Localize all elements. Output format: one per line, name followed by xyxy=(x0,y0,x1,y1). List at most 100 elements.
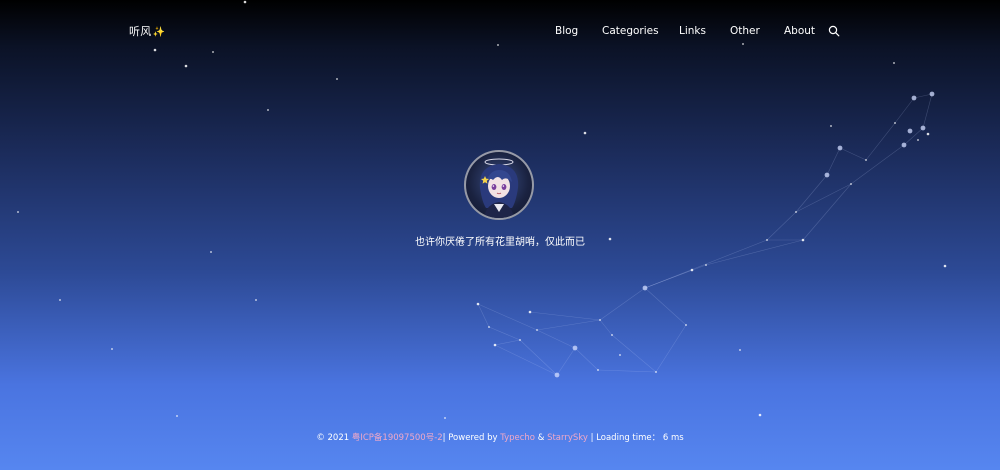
constellation-line xyxy=(644,287,687,326)
star xyxy=(210,251,212,253)
footer: © 2021 粤ICP备19097500号-2| Powered by Type… xyxy=(0,431,1000,443)
constellation-line xyxy=(599,287,646,321)
star xyxy=(893,62,895,64)
star xyxy=(17,211,19,213)
constellation-line xyxy=(597,369,657,373)
star xyxy=(444,417,446,419)
anime-avatar-icon xyxy=(479,158,519,218)
constellation-line xyxy=(922,93,933,129)
footer-powered-by: | Powered by xyxy=(442,433,498,443)
constellation-line xyxy=(477,303,490,328)
star xyxy=(850,183,852,185)
constellation-line xyxy=(802,183,852,241)
star xyxy=(926,132,930,136)
constellation-line xyxy=(644,269,693,289)
star xyxy=(917,139,919,141)
star xyxy=(901,142,907,148)
star xyxy=(476,302,480,306)
star xyxy=(111,348,113,350)
star xyxy=(830,125,832,127)
constellation-line xyxy=(574,347,599,371)
constellation-line xyxy=(556,347,576,376)
constellation-line xyxy=(826,147,841,176)
search-icon[interactable] xyxy=(828,24,840,37)
star xyxy=(583,131,587,135)
star xyxy=(894,122,896,124)
constellation-line xyxy=(494,339,521,346)
constellation-line xyxy=(839,147,867,161)
constellation-line xyxy=(494,344,558,376)
star xyxy=(690,268,694,272)
star xyxy=(742,43,744,45)
nav-item-links[interactable]: Links xyxy=(679,25,706,37)
star xyxy=(705,264,707,266)
star xyxy=(929,91,935,97)
constellation-line xyxy=(477,303,538,331)
nav-item-about[interactable]: About xyxy=(784,25,815,37)
constellation-line xyxy=(795,174,828,213)
constellation-line xyxy=(536,329,576,349)
footer-amp: & xyxy=(537,433,545,443)
star xyxy=(599,319,601,321)
constellation-line xyxy=(894,97,915,124)
constellation-line xyxy=(611,334,657,373)
star xyxy=(519,339,521,341)
star xyxy=(59,299,61,301)
star xyxy=(685,324,687,326)
star xyxy=(865,159,867,161)
star xyxy=(488,326,490,328)
star xyxy=(597,369,599,371)
star xyxy=(336,78,338,80)
star xyxy=(766,239,768,241)
star xyxy=(655,371,657,373)
star xyxy=(758,413,762,417)
nav-item-other[interactable]: Other xyxy=(730,25,760,37)
constellation-line xyxy=(655,324,687,373)
star xyxy=(536,329,538,331)
footer-loading-label: | Loading time： xyxy=(590,433,661,443)
constellation-line xyxy=(913,93,933,99)
star xyxy=(920,125,926,131)
constellation-line xyxy=(536,319,601,331)
star xyxy=(255,299,257,301)
footer-loading-value: 6 ms xyxy=(662,433,684,443)
star xyxy=(212,51,214,53)
star xyxy=(611,334,613,336)
star xyxy=(572,345,578,351)
star xyxy=(493,343,497,347)
star xyxy=(801,238,805,242)
star xyxy=(153,48,157,52)
star xyxy=(795,211,797,213)
constellation-line xyxy=(529,311,601,321)
star xyxy=(837,145,843,151)
site-title[interactable]: 听风✨ xyxy=(129,23,165,39)
star xyxy=(267,109,269,111)
site-title-text: 听风 xyxy=(129,26,152,38)
constellation-line xyxy=(599,319,613,336)
star xyxy=(642,285,648,291)
star xyxy=(911,95,917,101)
profile-tagline: 也许你厌倦了所有花里胡哨，仅此而已 xyxy=(415,237,585,248)
constellation-line xyxy=(903,127,924,146)
star xyxy=(943,264,947,268)
star xyxy=(243,0,247,4)
sparkle-icon: ✨ xyxy=(152,27,166,38)
constellation-line xyxy=(865,122,896,161)
star xyxy=(176,415,178,417)
constellation-line xyxy=(519,339,558,376)
constellation-line xyxy=(488,326,521,341)
star xyxy=(528,310,532,314)
constellation-line xyxy=(795,183,852,213)
star xyxy=(619,354,621,356)
icp-link[interactable]: 粤ICP备19097500号-2 xyxy=(352,433,443,443)
nav-item-blog[interactable]: Blog xyxy=(555,25,578,37)
starrysky-link[interactable]: StarrySky xyxy=(547,433,588,443)
star xyxy=(739,349,741,351)
typecho-link[interactable]: Typecho xyxy=(500,433,535,443)
footer-copyright: © 2021 xyxy=(316,433,350,443)
constellation-line xyxy=(705,239,804,266)
avatar[interactable] xyxy=(464,150,534,220)
constellation-line xyxy=(766,211,797,241)
nav-item-categories[interactable]: Categories xyxy=(602,25,659,37)
star xyxy=(824,172,830,178)
